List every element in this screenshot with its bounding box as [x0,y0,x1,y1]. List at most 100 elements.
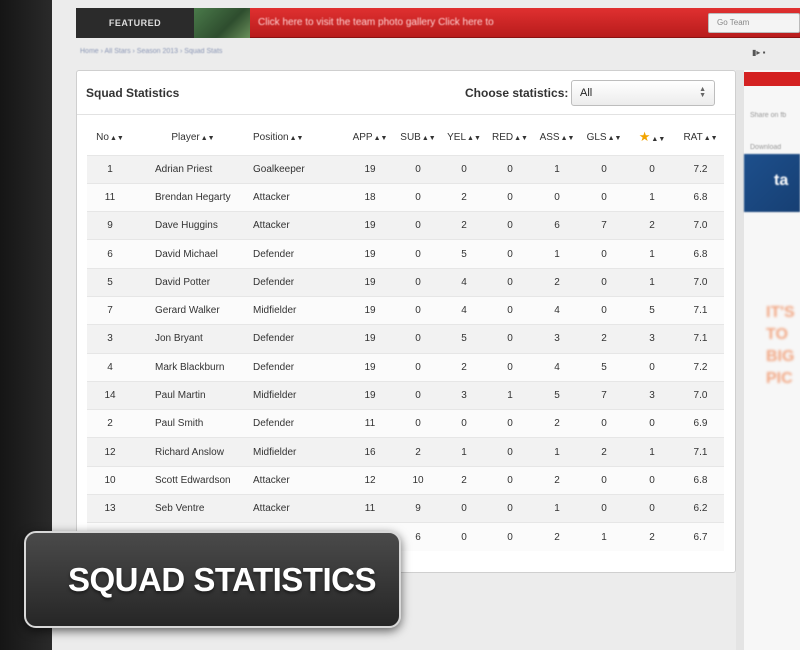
cell-position: Defender [253,409,345,438]
cell-gls: 2 [581,324,627,354]
cell-ass: 3 [533,324,581,354]
cell-star: 2 [627,211,677,240]
cell-player: Jon Bryant [133,324,253,354]
cell-position: Defender [253,352,345,382]
cell-star: 2 [627,522,677,552]
table-row: 4 Mark Blackburn Defender 19 0 2 0 4 5 0 7.2 [87,352,724,382]
sidebar-header-bar [744,72,800,86]
sort-arrows-icon: ▲▼ [200,134,215,142]
cell-ass: 1 [533,494,581,523]
cell-sub: 0 [395,295,441,325]
column-header-red[interactable]: RED▲▼ [487,120,533,155]
cell-sub: 0 [395,239,441,269]
breadcrumb[interactable]: Home › All Stars › Season 2013 › Squad S… [80,48,222,55]
cell-rat: 7.2 [677,352,724,382]
table-row: 2 Paul Smith Defender 11 0 0 0 2 0 0 6.9 [87,409,724,438]
cell-red: 0 [487,295,533,325]
banner-search-input[interactable]: Go Team [708,13,800,33]
top-banner[interactable]: FEATURED Click here to visit the team ph… [76,8,800,38]
cell-star: 0 [627,465,677,495]
cell-star: 1 [627,239,677,269]
sidebar-promo-text[interactable]: IT'S TO BIG PIC [766,302,800,390]
sidebar-ad[interactable]: ta [744,154,800,212]
cell-sub: 6 [395,522,441,552]
cell-sub: 0 [395,409,441,438]
cell-sub: 0 [395,324,441,354]
cell-rat: 7.1 [677,295,724,325]
column-header-star[interactable]: ★▲▼ [627,120,677,155]
cell-no: 11 [87,182,133,212]
cell-rat: 6.7 [677,522,724,552]
right-sidebar: Share on fb Download ta IT'S TO BIG PIC [744,70,800,650]
cell-sub: 0 [395,154,441,184]
cell-gls: 5 [581,352,627,382]
table-row: 6 David Michael Defender 19 0 5 0 1 0 1 6.8 [87,239,724,269]
sidebar-text[interactable]: Download [750,144,781,151]
cell-ass: 4 [533,295,581,325]
column-header-player[interactable]: Player▲▼ [133,120,253,155]
cell-yel: 1 [441,437,487,467]
cell-position: Defender [253,239,345,269]
cell-yel: 4 [441,295,487,325]
cell-gls: 0 [581,295,627,325]
cell-red: 0 [487,267,533,297]
view-toggle[interactable]: ▮▸ ▪ [752,48,792,62]
cell-rat: 7.0 [677,211,724,240]
banner-link-text[interactable]: Click here to visit the team photo galle… [258,8,494,38]
cell-sub: 0 [395,380,441,410]
table-row: 13 Seb Ventre Attacker 11 9 0 0 1 0 0 6.2 [87,494,724,523]
column-header-position[interactable]: Position▲▼ [253,120,345,155]
column-header-yel[interactable]: YEL▲▼ [441,120,487,155]
cell-rat: 7.0 [677,380,724,410]
statistics-select[interactable]: All ▲ ▼ [571,80,715,106]
cell-gls: 0 [581,494,627,523]
cell-no: 4 [87,352,133,382]
cell-gls: 0 [581,154,627,184]
cell-player: Richard Anslow [133,437,253,467]
cell-red: 0 [487,352,533,382]
cell-rat: 6.8 [677,239,724,269]
cell-player: Mark Blackburn [133,352,253,382]
cell-no: 10 [87,465,133,495]
table-body: 1 Adrian Priest Goalkeeper 19 0 0 0 1 0 0 7.2 11 Bre… [87,154,724,552]
cell-player: Dave Huggins [133,211,253,240]
cell-yel: 2 [441,211,487,240]
cell-app: 11 [345,409,395,438]
cell-star: 0 [627,352,677,382]
cell-ass: 6 [533,211,581,240]
sidebar-text[interactable]: Share on fb [750,112,786,119]
sort-arrows-icon: ▲▼ [289,134,304,142]
cell-no: 9 [87,211,133,240]
squad-statistics-panel: Squad Statistics Choose statistics: All … [76,70,736,573]
table-header-row: No▲▼ Player▲▼ Position▲▼ APP▲▼ SUB▲▼ YEL… [87,120,724,155]
cell-red: 0 [487,239,533,269]
cell-sub: 0 [395,211,441,240]
table-row: 10 Scott Edwardson Attacker 12 10 2 0 2 0 0 6.8 [87,465,724,495]
cell-no: 14 [87,380,133,410]
column-header-no[interactable]: No▲▼ [87,120,133,155]
column-header-sub[interactable]: SUB▲▼ [395,120,441,155]
cell-sub: 0 [395,352,441,382]
column-header-app[interactable]: APP▲▼ [345,120,395,155]
cell-position: Midfielder [253,437,345,467]
cell-star: 1 [627,267,677,297]
cell-position: Attacker [253,465,345,495]
column-header-ass[interactable]: ASS▲▼ [533,120,581,155]
cell-red: 0 [487,494,533,523]
cell-app: 16 [345,437,395,467]
cell-star: 3 [627,380,677,410]
cell-sub: 10 [395,465,441,495]
panel-header: Squad Statistics Choose statistics: All … [77,71,735,115]
cell-rat: 7.0 [677,267,724,297]
cell-gls: 0 [581,182,627,212]
column-header-rat[interactable]: RAT▲▼ [677,120,724,155]
cell-red: 0 [487,437,533,467]
cell-app: 19 [345,380,395,410]
sort-arrows-icon: ▲▼ [421,134,436,142]
column-header-gls[interactable]: GLS▲▼ [581,120,627,155]
banner-tag: FEATURED [76,8,194,38]
cell-yel: 0 [441,494,487,523]
cell-yel: 5 [441,239,487,269]
table-row: 9 Dave Huggins Attacker 19 0 2 0 6 7 2 7.0 [87,211,724,240]
cell-player: Scott Edwardson [133,465,253,495]
